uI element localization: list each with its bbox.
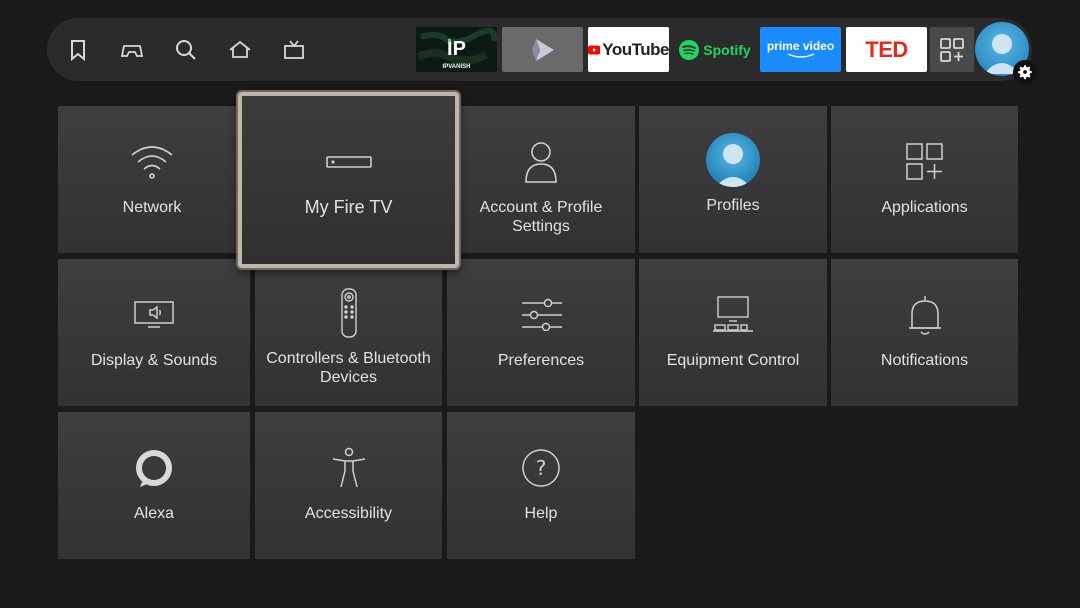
tile-profiles[interactable]: Profiles — [639, 106, 827, 253]
prime-smile-icon — [787, 53, 814, 58]
tile-preferences[interactable]: Preferences — [447, 259, 635, 406]
gamepad-icon[interactable] — [120, 38, 144, 62]
tile-preferences-label: Preferences — [497, 352, 585, 369]
app-ipvanish[interactable]: IP IPVANISH — [416, 27, 497, 72]
search-icon[interactable] — [174, 38, 198, 62]
tile-accessibility-label: Accessibility — [304, 505, 393, 522]
tile-equipment-control-label: Equipment Control — [666, 352, 800, 369]
sliders-icon — [520, 289, 562, 341]
ted-label: TED — [865, 36, 908, 62]
tile-profiles-label: Profiles — [706, 197, 760, 214]
tile-equipment-control[interactable]: Equipment Control — [639, 259, 827, 406]
tile-applications-label: Applications — [881, 199, 968, 216]
live-tv-icon[interactable] — [282, 38, 306, 62]
spotify-logo-icon — [679, 39, 700, 60]
tile-accessibility[interactable]: Accessibility — [255, 412, 442, 559]
app-youtube[interactable]: YouTube — [588, 27, 669, 72]
gear-icon — [1013, 60, 1037, 84]
alexa-ring-icon — [134, 442, 174, 494]
spotify-label: Spotify — [703, 41, 751, 58]
svg-text:?: ? — [536, 456, 547, 480]
tile-alexa[interactable]: Alexa — [58, 412, 250, 559]
tile-account-profile-settings-label: Account & Profile Settings — [479, 199, 603, 235]
tile-account-profile-settings[interactable]: Account & Profile Settings — [447, 106, 635, 253]
prime-video-label: prime video — [766, 39, 835, 53]
profile-avatar-icon — [705, 132, 761, 188]
tile-help-label: Help — [524, 505, 558, 522]
apps-grid-icon — [940, 37, 964, 62]
accessibility-person-icon — [331, 442, 367, 494]
applications-grid-icon — [905, 136, 945, 188]
tile-controllers-bluetooth-label: Controllers & Bluetooth Devices — [266, 350, 431, 386]
bell-icon — [906, 289, 944, 341]
tile-my-fire-tv-label: My Fire TV — [304, 197, 393, 217]
wifi-icon — [130, 136, 174, 188]
tile-network[interactable]: Network — [58, 106, 246, 253]
play-diamond-icon — [531, 38, 554, 61]
tile-controllers-bluetooth[interactable]: Controllers & Bluetooth Devices — [255, 259, 442, 406]
remote-control-icon — [339, 287, 359, 339]
tile-network-label: Network — [122, 199, 182, 216]
tile-display-sounds-label: Display & Sounds — [90, 352, 218, 369]
fire-tv-stick-icon — [325, 136, 373, 188]
app-spotify[interactable]: Spotify — [674, 27, 755, 72]
youtube-play-icon — [588, 45, 601, 54]
app-ted[interactable]: TED — [846, 27, 927, 72]
tile-notifications-label: Notifications — [880, 352, 969, 369]
app-media-player[interactable] — [502, 27, 583, 72]
app-prime-video[interactable]: prime video — [760, 27, 841, 72]
tile-alexa-label: Alexa — [133, 505, 175, 522]
home-icon[interactable] — [228, 38, 252, 62]
tv-equipment-icon — [711, 289, 755, 341]
bookmark-icon[interactable] — [66, 38, 90, 62]
display-speaker-icon — [133, 289, 175, 341]
tile-my-fire-tv[interactable]: My Fire TV — [238, 92, 459, 268]
tile-display-sounds[interactable]: Display & Sounds — [58, 259, 250, 406]
ipvanish-label: IPVANISH — [443, 64, 471, 70]
help-question-icon: ? — [521, 442, 561, 494]
tile-applications[interactable]: Applications — [831, 106, 1018, 253]
profile-avatar-button[interactable] — [975, 22, 1037, 84]
youtube-label: YouTube — [602, 39, 669, 59]
tile-help[interactable]: ? Help — [447, 412, 635, 559]
top-navigation-bar: IP IPVANISH YouTube Spotify prime video — [47, 18, 1037, 84]
all-apps-button[interactable] — [930, 27, 974, 72]
tile-notifications[interactable]: Notifications — [831, 259, 1018, 406]
person-icon — [523, 136, 559, 188]
